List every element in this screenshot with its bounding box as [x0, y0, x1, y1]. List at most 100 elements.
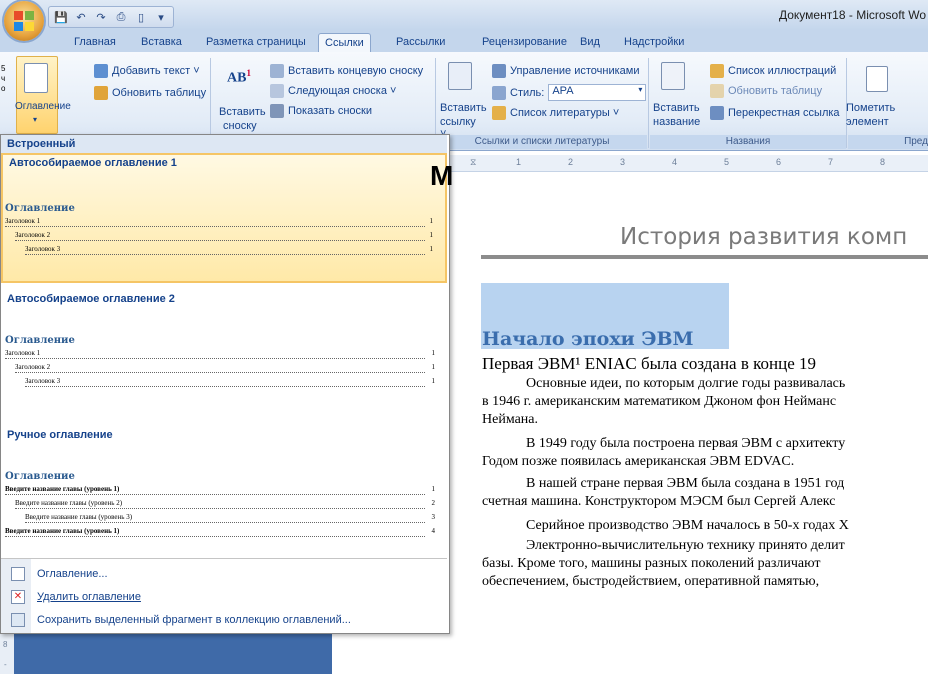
tab-references[interactable]: Ссылки [318, 33, 371, 52]
tab-page-layout[interactable]: Разметка страницы [200, 33, 312, 51]
tab-home[interactable]: Главная [68, 33, 122, 51]
toc-preview-line: Заголовок 1 [5, 217, 425, 227]
index-group-label: Пред [848, 135, 928, 149]
ruler-indent-marker-icon[interactable]: ⧖ [470, 157, 476, 168]
citation-icon [448, 62, 472, 90]
doc-line: базы. Кроме того, машины разных поколени… [482, 556, 821, 571]
left-edge-char: ч [1, 74, 6, 83]
insert-footnote-button[interactable]: AB1 Вставить сноску [215, 62, 266, 132]
group-separator [648, 58, 649, 148]
toc-big-button[interactable]: Оглавление ▾ [15, 56, 71, 134]
mark-entry-icon [866, 66, 888, 92]
captions-group-label: Названия [650, 135, 846, 149]
tab-insert[interactable]: Вставка [135, 33, 188, 51]
ruler-tick: 3 [620, 157, 626, 167]
mark-entry-button[interactable]: Пометить элемент [846, 58, 910, 132]
doc-line: Годом позже появилась американская ЭВМ E… [482, 454, 795, 469]
toc-gallery-item-manual[interactable]: Ручное оглавление Оглавление Введите наз… [1, 419, 447, 557]
doc-line: Неймана. [482, 412, 538, 427]
toc-line-text: Заголовок 1 [5, 349, 41, 357]
table-of-figures-button[interactable]: Список иллюстраций [710, 64, 836, 78]
tab-view[interactable]: Вид [574, 33, 606, 51]
style-icon [492, 85, 506, 100]
remove-toc-command[interactable]: ✕ Удалить оглавление [1, 586, 447, 608]
document-page[interactable]: История развития комп Начало эпохи ЭВМ П… [448, 172, 928, 674]
bibliography-icon [492, 106, 506, 120]
toc-line-text: Введите название главы (уровень 1) [5, 527, 120, 535]
manage-sources-button[interactable]: Управление источниками [492, 64, 639, 78]
document-heading: История развития комп [620, 224, 908, 250]
toc-preview-line: Введите название главы (уровень 1) [5, 527, 425, 537]
save-icon[interactable]: 💾 [53, 9, 69, 25]
doc-line: счетная машина. Конструктором МЭСМ был С… [482, 494, 836, 509]
new-doc-icon[interactable]: ▯ [133, 9, 149, 25]
toc-dialog-command[interactable]: Оглавление... [1, 563, 447, 585]
bibliography-button[interactable]: Список литературы ˅ [492, 106, 619, 120]
left-edge-text: 5 ч о [1, 64, 5, 94]
toc-preview-line: Заголовок 3 [25, 245, 425, 255]
window-title: Документ18 - Microsoft Wo [778, 8, 926, 22]
cross-reference-label: Перекрестная ссылка [728, 107, 840, 119]
toc-dropdown-gallery: Встроенный Автособираемое оглавление 1 О… [0, 134, 450, 634]
ruler-tick: 2 [568, 157, 574, 167]
next-footnote-button[interactable]: Следующая сноска ˅ [270, 84, 396, 98]
cross-reference-button[interactable]: Перекрестная ссылка [710, 106, 840, 120]
manage-sources-icon [492, 64, 506, 78]
heading-rule [481, 255, 928, 259]
update-icon [710, 84, 724, 98]
tab-review[interactable]: Рецензирование [476, 33, 573, 51]
toc-preview-line: Заголовок 3 [25, 377, 425, 387]
remove-toc-label: Удалить оглавление [37, 591, 141, 603]
toc-big-label: Оглавление [15, 101, 71, 112]
toc-preview-title: Оглавление [5, 471, 75, 482]
doc-line: в 1946 г. американским математиком Джоно… [482, 394, 837, 409]
toc-line-num: 1 [429, 245, 434, 253]
style-select[interactable]: APA ▾ [548, 84, 647, 101]
save-to-gallery-icon [11, 613, 25, 627]
add-text-button[interactable]: Добавить текст ˅ [94, 64, 200, 78]
customize-icon[interactable]: ▾ [153, 9, 169, 25]
toc-preview-line: Введите название главы (уровень 1) [5, 485, 425, 495]
quick-access-toolbar: 💾 ↶ ↷ ⎙ ▯ ▾ [48, 6, 174, 28]
left-edge-char: 5 [1, 64, 6, 73]
tab-mailings[interactable]: Рассылки [390, 33, 451, 51]
style-row: Стиль: APA ▾ [492, 84, 647, 101]
remove-toc-icon: ✕ [11, 590, 25, 604]
ruler-tick: 7 [828, 157, 834, 167]
update-figures-label: Обновить таблицу [728, 85, 823, 97]
toc-line-num: 2 [431, 499, 436, 507]
toc-preview-title: Оглавление [5, 203, 75, 214]
office-button[interactable] [4, 1, 44, 41]
toc-preview-line: Заголовок 2 [15, 231, 425, 241]
horizontal-ruler[interactable]: ⧖ 1 2 3 4 5 6 7 8 [448, 155, 928, 172]
insert-caption-label-1: Вставить [653, 102, 700, 114]
update-toc-button[interactable]: Обновить таблицу [94, 86, 206, 100]
undo-icon[interactable]: ↶ [73, 9, 89, 25]
office-logo-icon [14, 11, 34, 31]
ruler-tick: 5 [724, 157, 730, 167]
print-icon[interactable]: ⎙ [113, 9, 129, 25]
toc-gallery-item-auto2[interactable]: Автособираемое оглавление 2 Оглавление З… [1, 285, 447, 413]
tab-addins[interactable]: Надстройки [618, 33, 690, 51]
save-selection-command[interactable]: Сохранить выделенный фрагмент в коллекци… [1, 609, 447, 631]
doc-line: Серийное производство ЭВМ началось в 50-… [526, 518, 849, 533]
style-label: Стиль: [510, 86, 545, 99]
next-footnote-label: Следующая сноска ˅ [288, 85, 397, 97]
chevron-down-icon: ▾ [638, 85, 643, 94]
insert-caption-button[interactable]: Вставить название [651, 58, 700, 132]
update-figures-button[interactable]: Обновить таблицу [710, 84, 822, 98]
redo-icon[interactable]: ↷ [93, 9, 109, 25]
insert-footnote-label-2: сноску [223, 120, 257, 132]
add-text-label: Добавить текст ˅ [112, 65, 200, 77]
insert-citation-button[interactable]: Вставить ссылку ˅ [438, 58, 487, 140]
update-toc-label: Обновить таблицу [112, 87, 207, 99]
toc-preview-line: Введите название главы (уровень 3) [25, 513, 425, 523]
toc-dialog-label: Оглавление... [37, 568, 108, 580]
show-notes-button[interactable]: Показать сноски [270, 104, 372, 118]
toc-line-num: 1 [429, 217, 434, 225]
toc-line-num: 1 [431, 377, 436, 385]
show-notes-label: Показать сноски [288, 105, 372, 117]
toc-gallery-item-auto1[interactable]: Автособираемое оглавление 1 Оглавление З… [1, 153, 447, 283]
insert-endnote-button[interactable]: Вставить концевую сноску [270, 64, 423, 78]
insert-citation-label-1: Вставить [440, 102, 487, 114]
